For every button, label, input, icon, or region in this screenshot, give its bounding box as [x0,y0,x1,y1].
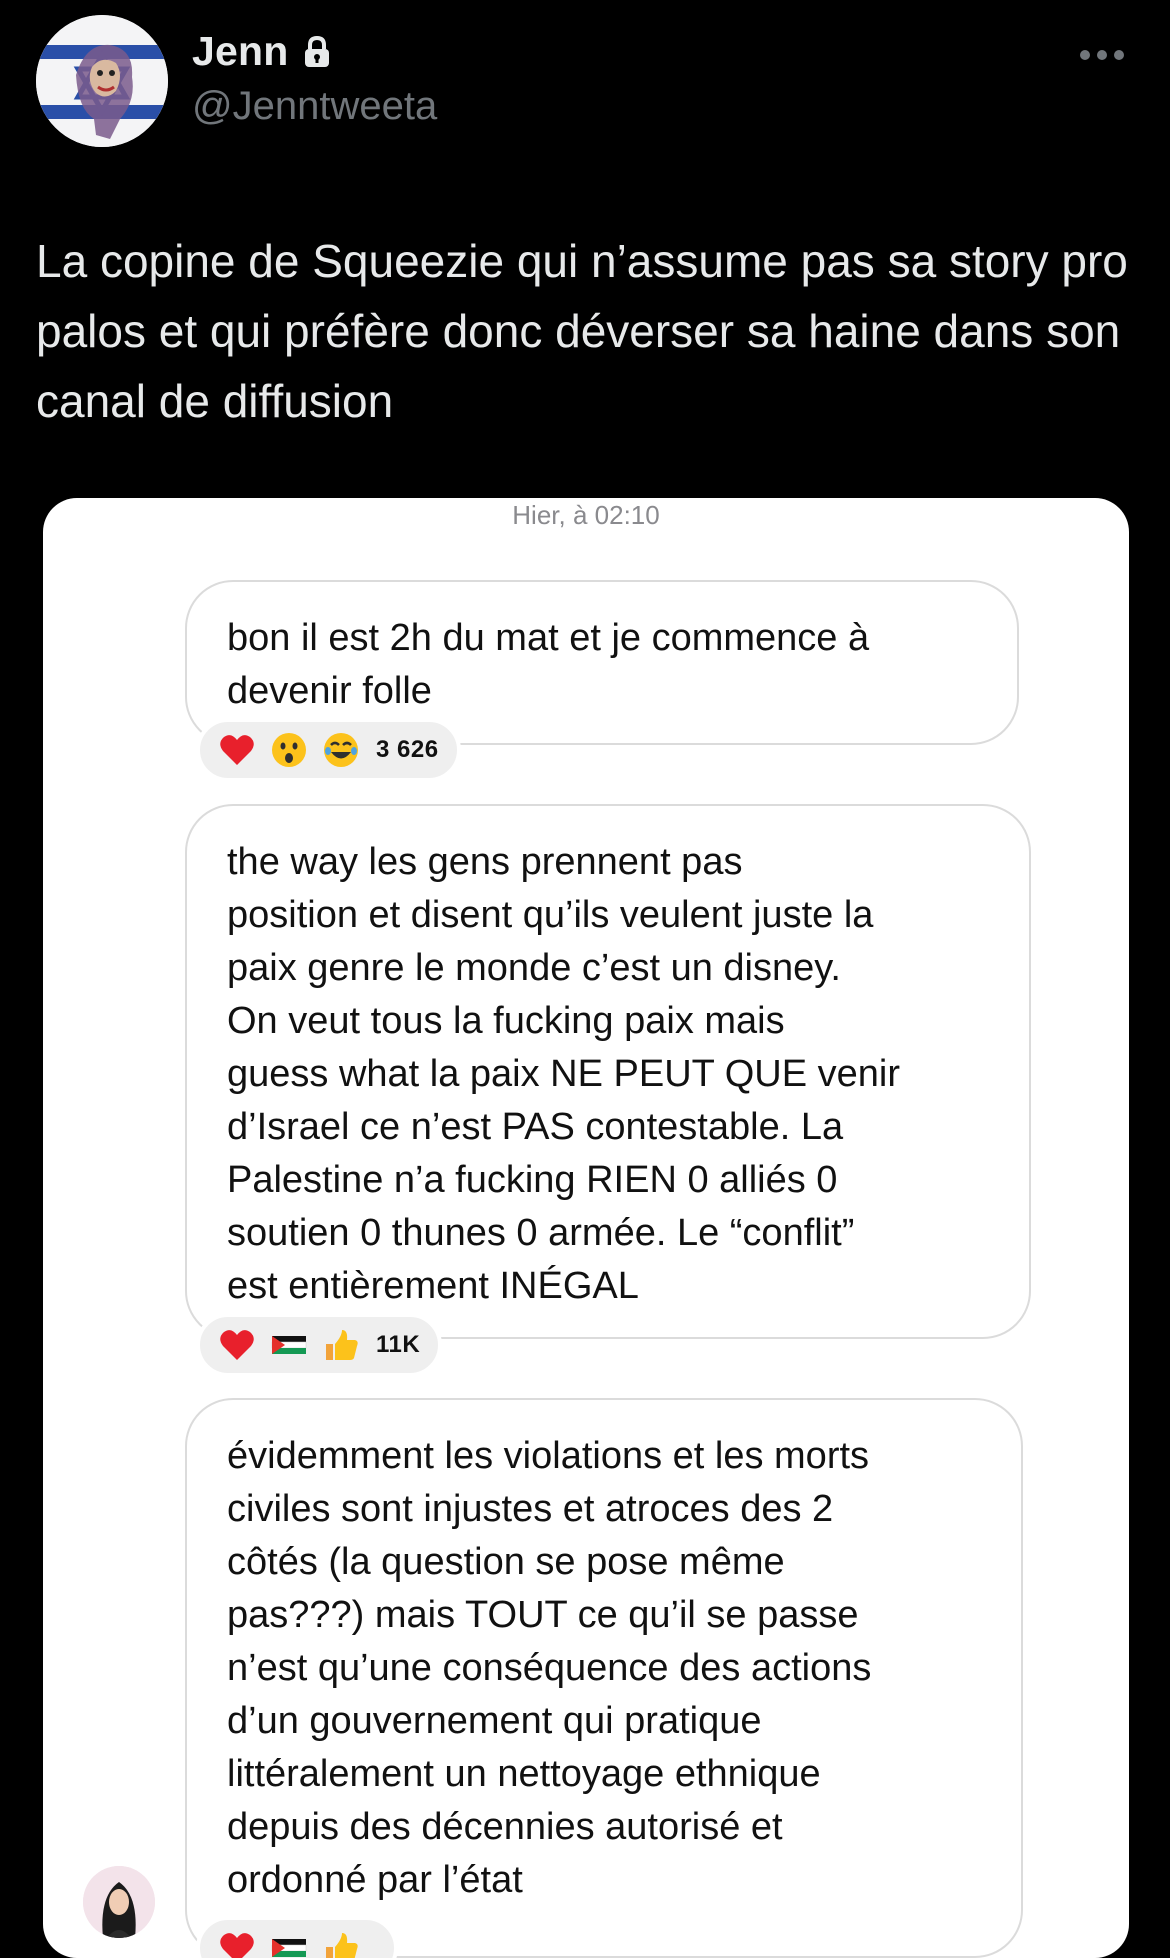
lock-icon [304,35,329,67]
reaction-pill[interactable] [196,1916,398,1958]
author-name-row: Jenn [192,28,333,75]
attached-image-card[interactable]: Hier, à 02:10 bon il est 2h du mat et je… [43,498,1129,1958]
message-bubble: the way les gens prennent pas position e… [185,804,1031,1339]
laughing-emoji [324,733,358,767]
message-timestamp: Hier, à 02:10 [512,500,660,530]
tweet-text: La copine de Squeezie qui n’assume pas s… [36,235,1128,427]
palestine-flag-emoji [271,1336,307,1354]
heart-emoji [220,1330,254,1360]
more-options-icon[interactable] [1078,48,1126,62]
user-handle[interactable]: @Jenntweeta [192,84,437,129]
profile-avatar[interactable] [36,15,168,147]
reaction-pill[interactable]: 3 626 [196,718,461,782]
message-bubble: évidemment les violations et les morts c… [185,1398,1023,1958]
heart-emoji [220,1933,254,1958]
thumbs-up-emoji [326,1933,358,1958]
surprised-emoji [272,733,306,767]
heart-emoji [220,735,254,765]
reaction-count: 3 626 [376,736,439,763]
sender-avatar-image [83,1866,155,1938]
palestine-flag-emoji [271,1939,307,1957]
reaction-count: 11K [376,1331,421,1358]
display-name[interactable]: Jenn [192,28,289,75]
sender-avatar [83,1866,155,1938]
reaction-pill[interactable]: 11K [196,1313,443,1377]
lion-flag-avatar-image [36,15,168,147]
thumbs-up-emoji [326,1330,358,1360]
